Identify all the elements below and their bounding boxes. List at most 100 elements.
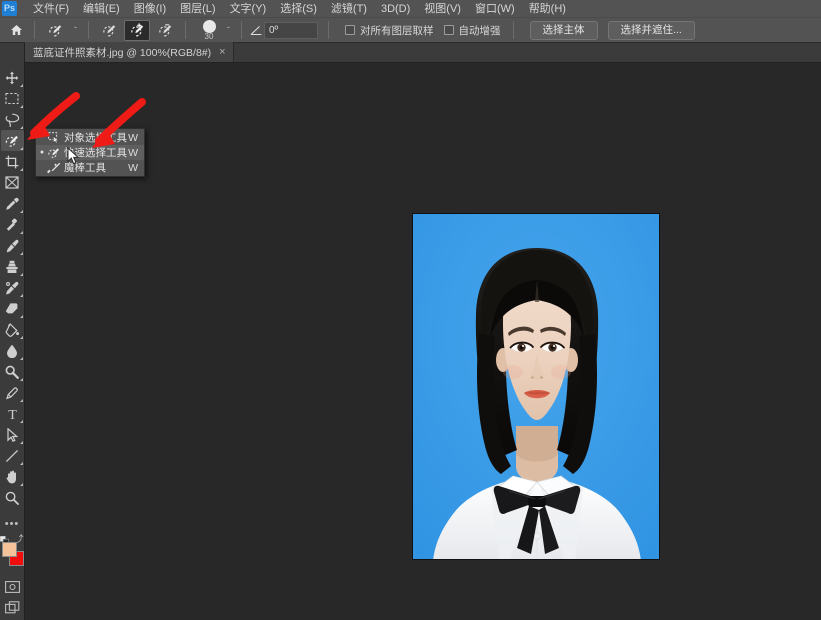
flyout-indicator xyxy=(19,336,23,339)
flyout-indicator xyxy=(19,210,23,213)
lasso-tool[interactable] xyxy=(1,109,24,130)
quick-selection-tool[interactable] xyxy=(0,130,24,151)
object-selection-icon xyxy=(46,130,62,145)
path-selection-tool[interactable] xyxy=(1,424,24,445)
flyout-indicator xyxy=(19,168,23,171)
menu-file[interactable]: 文件(F) xyxy=(26,0,76,18)
line-tool[interactable] xyxy=(1,445,24,466)
menu-view[interactable]: 视图(V) xyxy=(417,0,468,18)
color-swatches: ⤴ xyxy=(0,534,25,571)
clone-stamp-tool[interactable] xyxy=(1,256,24,277)
id-photo-image[interactable] xyxy=(412,213,660,560)
svg-text:T: T xyxy=(8,408,17,421)
quick-selection-icon xyxy=(46,145,62,160)
select-and-mask-button[interactable]: 选择并遮住... xyxy=(607,20,695,40)
options-bar: ˇ 30 ˇ 0º 对所有图层取样 自动增强 选择主体 选择并遮住... xyxy=(0,18,821,43)
flyout-indicator xyxy=(19,273,23,276)
flyout-quick-selection-tool[interactable]: ● 快速选择工具 W xyxy=(36,145,144,160)
flyout-indicator xyxy=(19,357,23,360)
dodge-tool[interactable] xyxy=(1,361,24,382)
close-icon[interactable]: × xyxy=(219,46,225,58)
quick-selection-preset-icon[interactable] xyxy=(42,20,68,41)
selection-mode-subtract[interactable] xyxy=(152,20,178,41)
document-tab-bar: 蓝底证件照素材.jpg @ 100%(RGB/8#) × xyxy=(25,42,821,63)
flyout-object-selection-label: 对象选择工具 xyxy=(64,132,127,144)
move-tool[interactable] xyxy=(1,67,24,88)
eraser-tool[interactable] xyxy=(1,298,24,319)
tools-panel: T ••• ⤴ xyxy=(0,43,25,620)
foreground-color-swatch[interactable] xyxy=(1,542,17,557)
menu-layer[interactable]: 图层(L) xyxy=(173,0,222,18)
options-separator-1 xyxy=(34,21,35,39)
gradient-tool[interactable] xyxy=(1,319,24,340)
auto-enhance-label: 自动增强 xyxy=(458,24,501,37)
flyout-magic-wand-shortcut: W xyxy=(128,161,138,174)
flyout-indicator xyxy=(19,105,23,108)
flyout-object-selection-shortcut: W xyxy=(128,131,138,144)
hand-tool[interactable] xyxy=(1,466,24,487)
flyout-indicator xyxy=(19,378,23,381)
options-separator-5 xyxy=(328,21,329,39)
menu-help[interactable]: 帮助(H) xyxy=(522,0,573,18)
angle-input[interactable]: 0º xyxy=(264,21,318,39)
pen-tool[interactable] xyxy=(1,382,24,403)
default-colors-icon[interactable] xyxy=(0,532,9,546)
brush-size-picker[interactable]: 30 xyxy=(196,19,222,41)
flyout-indicator xyxy=(19,399,23,402)
screen-mode-toggle[interactable] xyxy=(1,597,24,618)
id-photo-illustration xyxy=(413,214,659,559)
select-subject-button[interactable]: 选择主体 xyxy=(529,20,598,40)
menu-filter[interactable]: 滤镜(T) xyxy=(324,0,374,18)
spot-healing-brush-tool[interactable] xyxy=(1,214,24,235)
ellipsis-icon: ••• xyxy=(4,517,20,530)
flyout-indicator xyxy=(19,231,23,234)
zoom-tool[interactable] xyxy=(1,487,24,508)
brush-chevron-down-icon[interactable]: ˇ xyxy=(222,20,235,41)
flyout-magic-wand-label: 魔棒工具 xyxy=(64,162,106,174)
flyout-object-selection-tool[interactable]: 对象选择工具 W xyxy=(36,130,144,145)
auto-enhance-checkbox[interactable]: 自动增强 xyxy=(443,23,501,38)
eyedropper-tool[interactable] xyxy=(1,193,24,214)
frame-tool[interactable] xyxy=(1,172,24,193)
menu-select[interactable]: 选择(S) xyxy=(273,0,324,18)
quick-mask-toggle[interactable] xyxy=(1,576,24,597)
flyout-indicator xyxy=(19,462,23,465)
photoshop-window: Ps 文件(F) 编辑(E) 图像(I) 图层(L) 文字(Y) 选择(S) 滤… xyxy=(0,0,821,620)
horizontal-type-tool[interactable]: T xyxy=(1,403,24,424)
menu-image[interactable]: 图像(I) xyxy=(127,0,173,18)
blur-tool[interactable] xyxy=(1,340,24,361)
selection-mode-new[interactable] xyxy=(96,20,122,41)
flyout-indicator xyxy=(19,420,23,423)
selected-bullet: ● xyxy=(39,149,45,156)
flyout-indicator xyxy=(19,315,23,318)
document-tab[interactable]: 蓝底证件照素材.jpg @ 100%(RGB/8#) × xyxy=(25,42,234,62)
preset-chevron-down-icon[interactable]: ˇ xyxy=(69,20,82,41)
magic-wand-icon xyxy=(46,160,62,175)
sample-all-layers-checkbox[interactable]: 对所有图层取样 xyxy=(345,23,434,38)
home-icon[interactable] xyxy=(4,19,28,41)
flyout-quick-selection-shortcut: W xyxy=(128,146,138,159)
menu-window[interactable]: 窗口(W) xyxy=(468,0,522,18)
checkbox-box[interactable] xyxy=(345,25,355,35)
history-brush-tool[interactable] xyxy=(1,277,24,298)
edit-toolbar-more[interactable]: ••• xyxy=(1,513,24,534)
flyout-indicator xyxy=(19,126,23,129)
selection-mode-add[interactable] xyxy=(124,19,150,41)
flyout-indicator xyxy=(19,84,23,87)
menu-type[interactable]: 文字(Y) xyxy=(223,0,274,18)
options-separator-2 xyxy=(88,21,89,39)
menu-3d[interactable]: 3D(D) xyxy=(374,0,417,18)
flyout-magic-wand-tool[interactable]: 魔棒工具 W xyxy=(36,160,144,175)
brush-tool[interactable] xyxy=(1,235,24,256)
flyout-indicator xyxy=(19,147,23,150)
document-tab-label: 蓝底证件照素材.jpg @ 100%(RGB/8#) xyxy=(33,46,212,59)
quick-selection-flyout-menu[interactable]: 对象选择工具 W ● 快速选择工具 W 魔棒工具 W xyxy=(35,128,145,177)
options-separator-3 xyxy=(185,21,186,39)
rectangular-marquee-tool[interactable] xyxy=(1,88,24,109)
flyout-indicator xyxy=(19,294,23,297)
photoshop-logo-icon: Ps xyxy=(2,1,17,16)
crop-tool[interactable] xyxy=(1,151,24,172)
checkbox-box[interactable] xyxy=(443,25,454,35)
menu-edit[interactable]: 编辑(E) xyxy=(76,0,127,18)
menu-bar: Ps 文件(F) 编辑(E) 图像(I) 图层(L) 文字(Y) 选择(S) 滤… xyxy=(0,0,821,18)
